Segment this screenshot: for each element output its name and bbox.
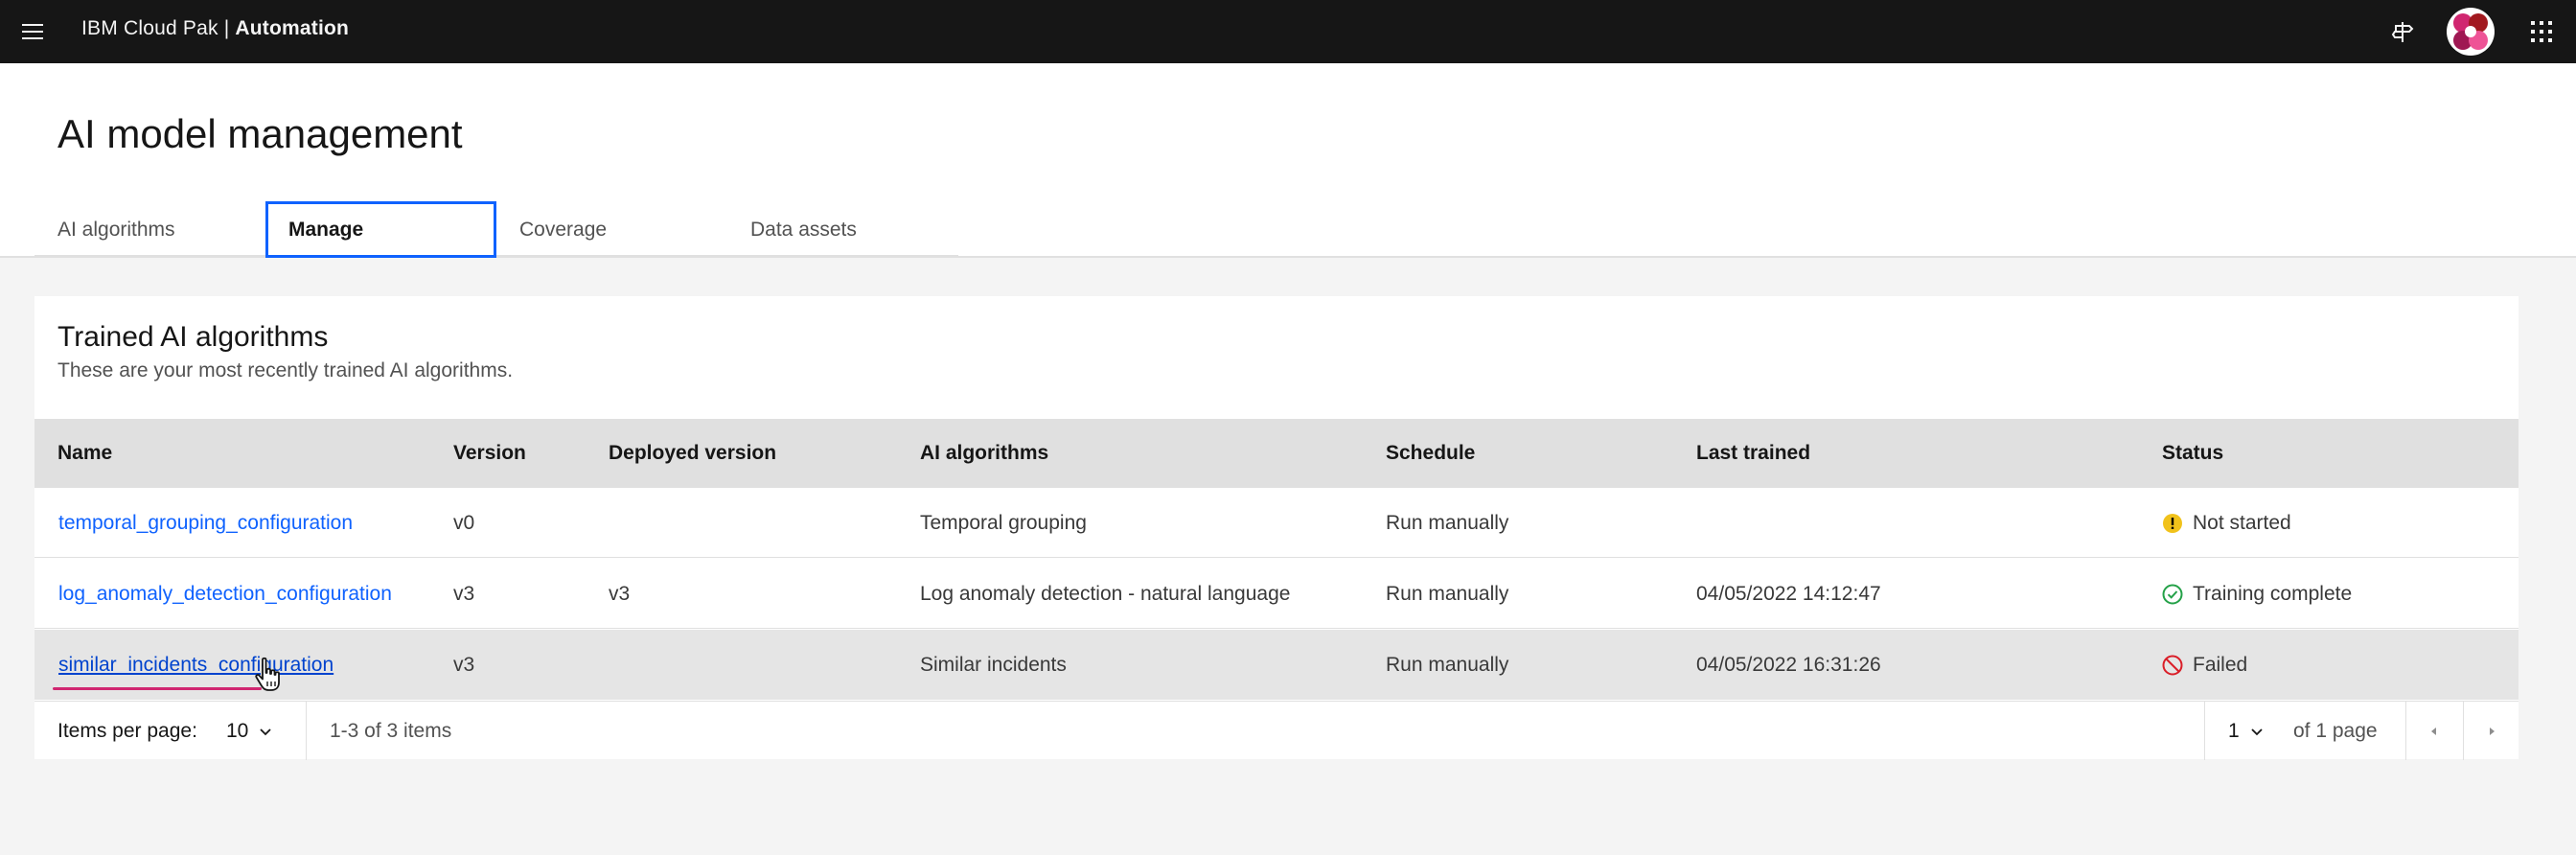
misuse-icon <box>2162 655 2183 675</box>
version-cell: v3 <box>453 583 475 605</box>
table-row[interactable]: similar_incidents_configuration v3 Simil… <box>34 630 2518 700</box>
top-header: IBM Cloud Pak | Automation <box>0 0 2576 63</box>
warning-icon <box>2163 513 2182 533</box>
column-header-ai-algorithms: AI algorithms <box>920 442 1049 464</box>
previous-page-button[interactable] <box>2405 702 2463 760</box>
chevron-down-icon <box>260 728 271 735</box>
last-trained-cell: 04/05/2022 14:12:47 <box>1696 583 1881 605</box>
table-row[interactable]: temporal_grouping_configuration v0 Tempo… <box>34 488 2518 558</box>
app-switcher-icon[interactable] <box>2522 12 2561 51</box>
schedule-cell: Run manually <box>1386 512 1509 534</box>
model-name-link[interactable]: temporal_grouping_configuration <box>58 488 353 558</box>
trained-algorithms-card: Trained AI algorithms These are your mos… <box>34 296 2520 760</box>
items-range-text: 1-3 of 3 items <box>330 720 452 742</box>
column-header-status: Status <box>2162 442 2224 464</box>
version-cell: v3 <box>453 654 475 676</box>
page-select[interactable]: 1 <box>2228 702 2290 760</box>
menu-icon[interactable] <box>13 12 52 51</box>
card-title: Trained AI algorithms <box>58 321 329 353</box>
status-text: Training complete <box>2193 583 2353 605</box>
algorithm-cell: Log anomaly detection - natural language <box>920 583 1291 605</box>
product-name[interactable]: IBM Cloud Pak | Automation <box>81 0 349 63</box>
status-cell: Failed <box>2162 630 2247 700</box>
tab-ai-algorithms[interactable]: AI algorithms <box>34 201 265 258</box>
page-value: 1 <box>2228 720 2240 742</box>
checkmark-outline-icon <box>2162 584 2183 604</box>
annotation-underline <box>53 687 262 690</box>
user-avatar[interactable] <box>2446 7 2496 57</box>
algorithm-cell: Temporal grouping <box>920 512 1087 534</box>
column-header-deployed-version: Deployed version <box>609 442 777 464</box>
column-header-name: Name <box>58 442 113 464</box>
page-count-text: of 1 page <box>2293 720 2378 742</box>
signpost-icon[interactable] <box>2383 12 2422 51</box>
page-title: AI model management <box>58 111 463 156</box>
brand-product: Automation <box>235 17 350 39</box>
status-cell: Training complete <box>2162 559 2352 629</box>
pagination: Items per page: 10 1-3 of 3 items 1 of 1… <box>34 701 2520 760</box>
brand-prefix: IBM Cloud Pak | <box>81 17 236 39</box>
divider <box>2204 702 2205 760</box>
tab-data-assets[interactable]: Data assets <box>727 201 958 258</box>
column-header-schedule: Schedule <box>1386 442 1476 464</box>
items-per-page-select[interactable]: 10 <box>226 702 332 760</box>
schedule-cell: Run manually <box>1386 654 1509 676</box>
last-trained-cell: 04/05/2022 16:31:26 <box>1696 654 1881 676</box>
table-header: Name Version Deployed version AI algorit… <box>34 419 2518 488</box>
schedule-cell: Run manually <box>1386 583 1509 605</box>
status-text: Not started <box>2193 512 2291 534</box>
items-per-page-value: 10 <box>226 720 249 742</box>
caret-left-icon <box>2431 727 2436 735</box>
hand-pointer-cursor-icon <box>254 657 292 695</box>
next-page-button[interactable] <box>2463 702 2520 760</box>
tab-list: AI algorithms Manage Coverage Data asset… <box>34 201 958 258</box>
column-header-last-trained: Last trained <box>1696 442 1811 464</box>
table-row[interactable]: log_anomaly_detection_configuration v3 v… <box>34 559 2518 629</box>
caret-right-icon <box>2490 727 2495 735</box>
chevron-down-icon <box>2251 728 2263 735</box>
status-cell: Not started <box>2162 488 2291 558</box>
status-text: Failed <box>2193 654 2248 676</box>
tab-coverage[interactable]: Coverage <box>496 201 727 258</box>
model-name-link[interactable]: log_anomaly_detection_configuration <box>58 559 392 629</box>
version-cell: v0 <box>453 512 475 534</box>
algorithm-cell: Similar incidents <box>920 654 1067 676</box>
card-subtitle: These are your most recently trained AI … <box>58 359 514 381</box>
items-per-page-label: Items per page: <box>58 720 197 742</box>
divider <box>306 702 307 760</box>
tab-manage[interactable]: Manage <box>265 201 496 258</box>
column-header-version: Version <box>453 442 526 464</box>
deployed-version-cell: v3 <box>609 583 631 605</box>
